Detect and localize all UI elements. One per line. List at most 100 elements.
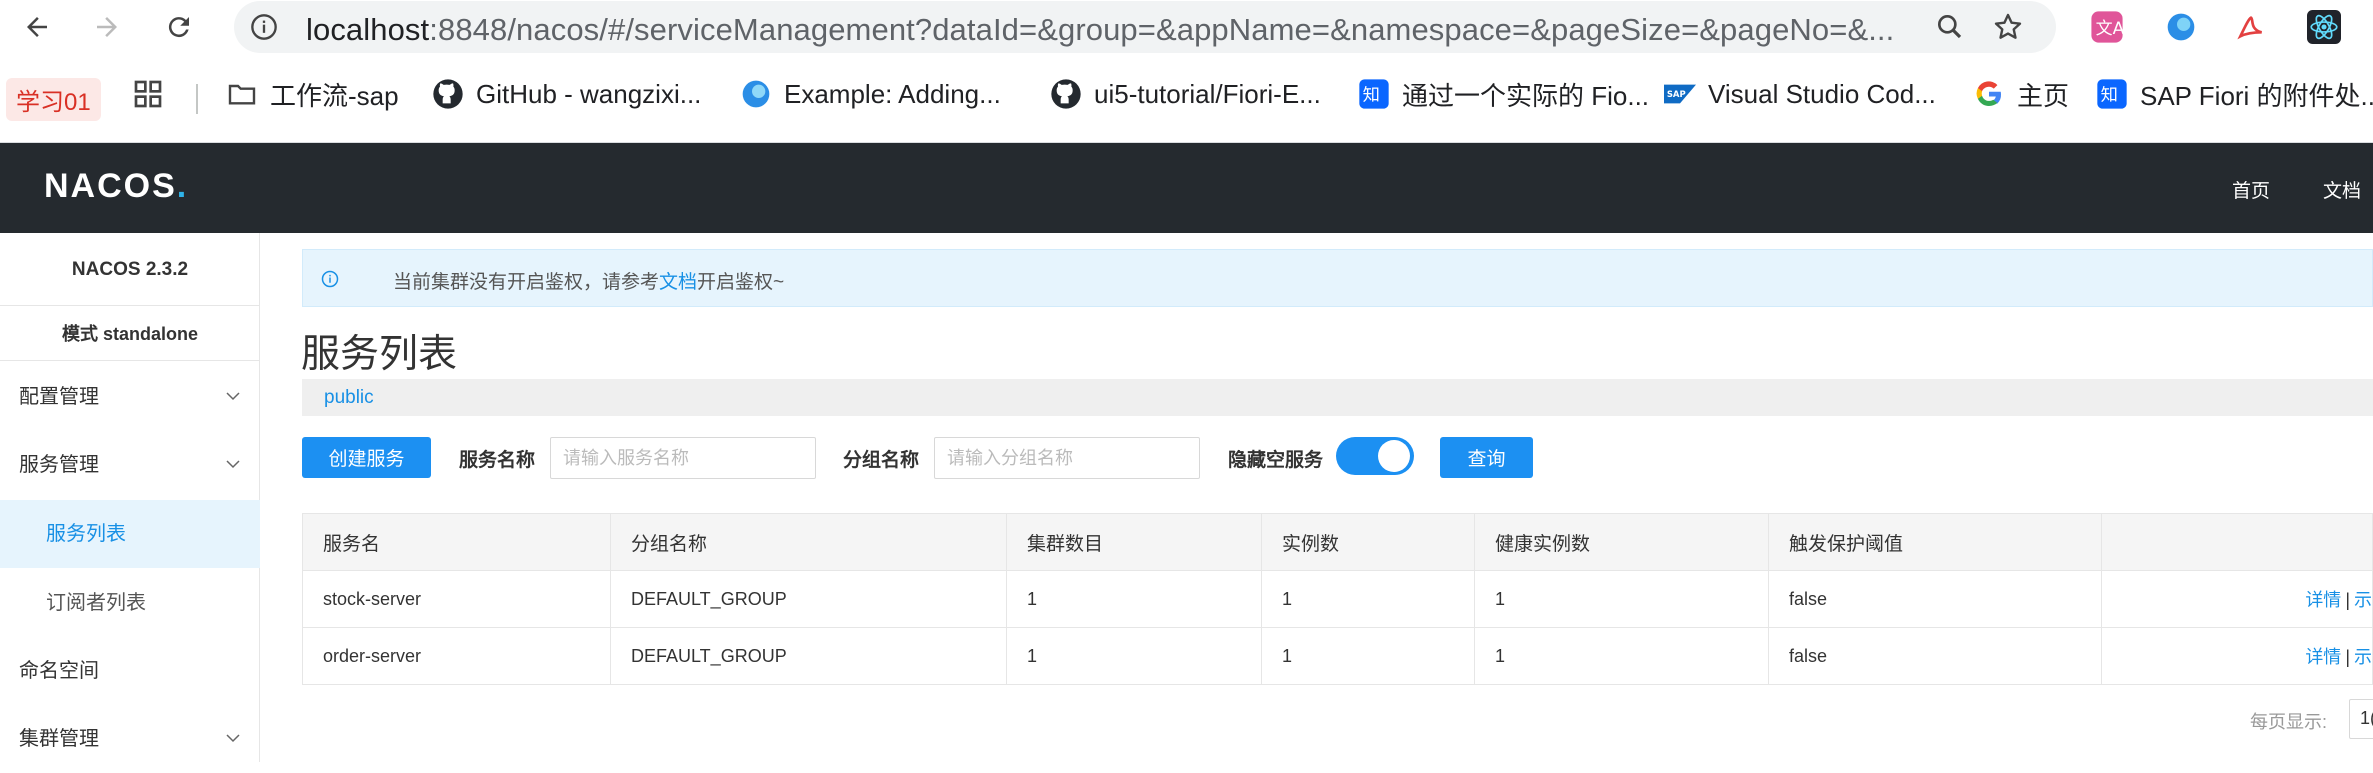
col-service-name: 服务名: [302, 513, 611, 571]
address-bar[interactable]: localhost:8848/nacos/#/serviceManagement…: [234, 1, 2056, 53]
version-label: NACOS 2.3.2: [71, 259, 189, 280]
col-operations: [2101, 513, 2373, 571]
bookmark-github-wangzixi[interactable]: GitHub - wangzixi...: [432, 74, 701, 114]
hide-empty-toggle[interactable]: [1336, 437, 1414, 475]
cell-group-name: DEFAULT_GROUP: [610, 627, 1007, 685]
cell-group-name: DEFAULT_GROUP: [610, 570, 1007, 628]
nav-docs-link[interactable]: 文档: [2323, 176, 2361, 203]
cell-service-name: stock-server: [302, 570, 611, 628]
col-group-name: 分组名称: [610, 513, 1007, 571]
cell-operations: 详情 | 示: [2101, 627, 2373, 685]
bookmark-zhihu-fiori[interactable]: 知 通过一个实际的 Fio...: [1358, 74, 1649, 114]
bookmarks-bar: 学习01 工作流-sap GitHub - wangzixi... Exampl…: [0, 54, 2373, 143]
cell-cluster-count: 1: [1006, 627, 1262, 685]
service-name-label: 服务名称: [459, 450, 536, 471]
nav-home-link[interactable]: 首页: [2232, 176, 2270, 203]
bookmark-example-adding[interactable]: Example: Adding...: [740, 74, 1001, 114]
table-header-row: 服务名 分组名称 集群数目 实例数 健康实例数 触发保护阈值: [302, 513, 2373, 571]
notice-text: 当前集群没有开启鉴权，请参考文档开启鉴权~: [393, 272, 785, 293]
back-button[interactable]: [18, 8, 56, 46]
url-text[interactable]: localhost:8848/nacos/#/serviceManagement…: [306, 12, 1894, 48]
folder-icon: [226, 78, 258, 110]
namespace-public[interactable]: public: [324, 387, 374, 409]
main-content: 当前集群没有开启鉴权，请参考文档开启鉴权~ 服务列表 public 创建服务 服…: [261, 233, 2373, 762]
cell-operations: 详情 | 示: [2101, 570, 2373, 628]
toggle-knob: [1378, 440, 1410, 472]
cell-cluster-count: 1: [1006, 570, 1262, 628]
info-icon: [321, 270, 339, 288]
sidebar-item-service-management[interactable]: 服务管理: [0, 431, 260, 499]
forward-button[interactable]: [88, 8, 126, 46]
svg-text:知: 知: [1363, 86, 1380, 106]
cell-service-name: order-server: [302, 627, 611, 685]
sidebar-item-cluster-management[interactable]: 集群管理: [0, 705, 260, 773]
group-name-field[interactable]: [934, 437, 1200, 479]
namespace-bar: public: [302, 379, 2373, 416]
cell-instance-count: 1: [1261, 627, 1475, 685]
bookmark-folder-workflow[interactable]: 工作流-sap: [226, 74, 399, 114]
github-icon: [432, 78, 464, 110]
translate-extension-icon[interactable]: 文A: [2088, 8, 2126, 46]
zoom-icon[interactable]: [1934, 11, 1966, 43]
detail-link[interactable]: 详情: [2305, 590, 2341, 610]
nacos-logo[interactable]: NACOS.: [44, 167, 188, 206]
cell-instance-count: 1: [1261, 570, 1475, 628]
hide-empty-label: 隐藏空服务: [1228, 450, 1324, 471]
sidebar-item-config-management[interactable]: 配置管理: [0, 363, 260, 431]
acrobat-extension-icon[interactable]: [2232, 8, 2270, 46]
browser-toolbar: localhost:8848/nacos/#/serviceManagement…: [0, 0, 2373, 54]
cell-protect-threshold: false: [1768, 627, 2102, 685]
github-icon: [1050, 78, 1082, 110]
star-icon[interactable]: [1992, 11, 2024, 43]
page-size-label: 每页显示:: [2250, 712, 2328, 732]
chevron-down-icon: [226, 734, 240, 743]
apps-grid-icon[interactable]: [132, 74, 164, 114]
zhihu-icon: 知: [1358, 78, 1390, 110]
edge-extension-icon[interactable]: [2162, 8, 2200, 46]
bookmark-zhihu-sap-fiori[interactable]: 知 SAP Fiori 的附件处...: [2096, 74, 2373, 114]
service-table: 服务名 分组名称 集群数目 实例数 健康实例数 触发保护阈值 stock-ser…: [302, 513, 2373, 685]
service-name-input[interactable]: [551, 438, 815, 478]
sidebar-item-service-list[interactable]: 服务列表: [0, 500, 260, 568]
page-title: 服务列表: [301, 333, 458, 376]
app-header: NACOS. 首页 文档: [0, 143, 2373, 233]
group-name-label: 分组名称: [843, 450, 920, 471]
docs-link[interactable]: 文档: [659, 272, 697, 293]
col-instance-count: 实例数: [1261, 513, 1475, 571]
bookmark-ui5-tutorial[interactable]: ui5-tutorial/Fiori-E...: [1050, 74, 1321, 114]
table-row: order-server DEFAULT_GROUP 1 1 1 false 详…: [302, 627, 2373, 685]
reload-button[interactable]: [160, 8, 198, 46]
zhihu-icon: 知: [2096, 78, 2128, 110]
chevron-down-icon: [226, 392, 240, 401]
bookmark-separator: [196, 84, 198, 114]
auth-notice: 当前集群没有开启鉴权，请参考文档开启鉴权~: [302, 249, 2373, 307]
bookmark-vscode-sap[interactable]: SAP Visual Studio Cod...: [1664, 74, 1936, 114]
col-protect-threshold: 触发保护阈值: [1768, 513, 2102, 571]
arrow-right-icon: [97, 17, 117, 37]
google-icon: [1973, 78, 2005, 110]
sap-icon: SAP: [1664, 78, 1696, 110]
react-devtools-icon[interactable]: [2305, 8, 2343, 46]
sample-link[interactable]: 示: [2354, 590, 2372, 610]
chevron-down-icon: [226, 460, 240, 469]
create-service-button[interactable]: 创建服务: [302, 437, 431, 478]
cell-healthy-count: 1: [1474, 570, 1769, 628]
mode-label: 模式 standalone: [0, 305, 260, 361]
detail-link[interactable]: 详情: [2305, 647, 2341, 667]
sidebar: NACOS 2.3.2 模式 standalone 配置管理 服务管理 服务列表…: [0, 233, 260, 762]
svg-text:文A: 文A: [2096, 19, 2124, 39]
bookmark-tag-xuexi01[interactable]: 学习01: [6, 78, 101, 121]
page-size-select[interactable]: 1(: [2349, 699, 2373, 739]
bookmark-google-home[interactable]: 主页: [1973, 74, 2069, 114]
cell-healthy-count: 1: [1474, 627, 1769, 685]
arrow-left-icon: [27, 17, 47, 37]
reload-icon: [168, 17, 189, 38]
service-name-field[interactable]: [550, 437, 816, 479]
sample-link[interactable]: 示: [2354, 647, 2372, 667]
sidebar-item-subscriber-list[interactable]: 订阅者列表: [0, 569, 260, 637]
info-icon[interactable]: [250, 13, 278, 41]
sidebar-item-namespace[interactable]: 命名空间: [0, 637, 260, 705]
col-healthy-count: 健康实例数: [1474, 513, 1769, 571]
query-button[interactable]: 查询: [1440, 437, 1533, 478]
group-name-input[interactable]: [935, 438, 1199, 478]
